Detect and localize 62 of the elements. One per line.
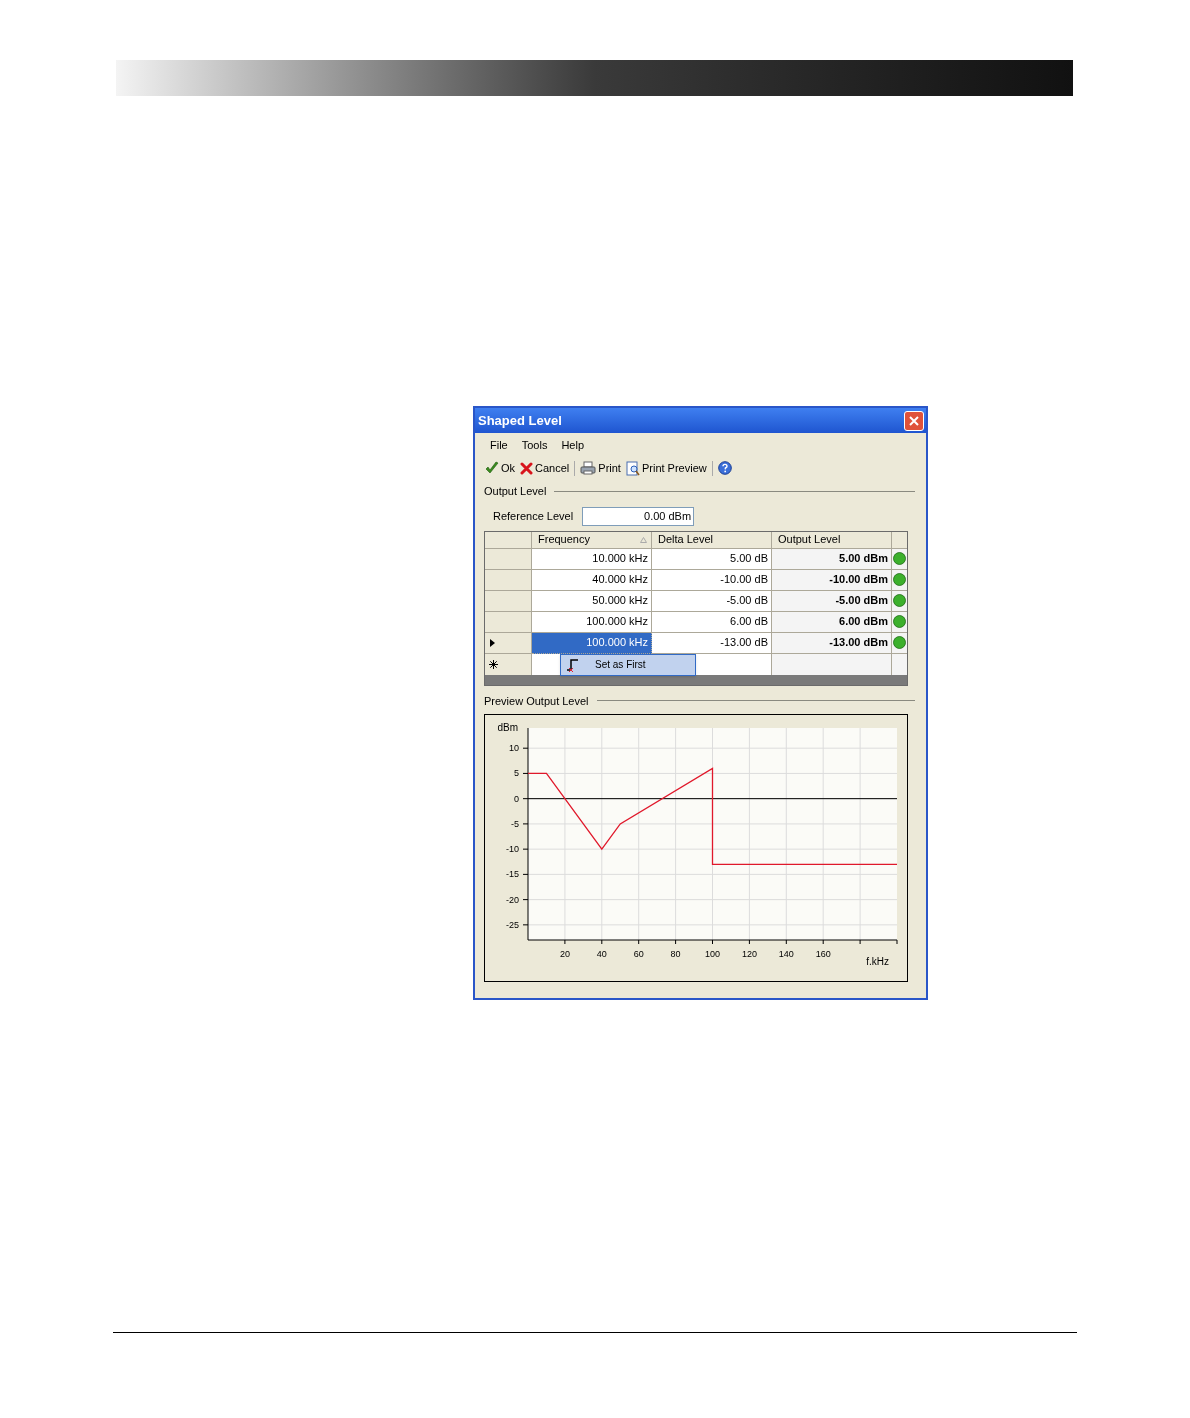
x-axis-label: f.kHz bbox=[866, 956, 889, 967]
table-cell[interactable]: 10.000 kHz bbox=[532, 548, 652, 570]
table-cell[interactable]: 100.000 kHz bbox=[532, 611, 652, 633]
x-tick-label: 100 bbox=[705, 949, 720, 959]
step-icon bbox=[566, 657, 580, 672]
y-tick-label: 10 bbox=[509, 743, 519, 754]
x-tick-label: 120 bbox=[741, 949, 757, 959]
close-icon bbox=[520, 461, 534, 475]
table-cell: 6.00 dBm bbox=[772, 611, 892, 633]
help-icon[interactable] bbox=[717, 461, 732, 475]
toolbar-button[interactable]: Print Preview bbox=[625, 459, 707, 477]
close-button[interactable] bbox=[904, 410, 924, 431]
x-tick-label: 40 bbox=[596, 949, 607, 959]
menu-item[interactable]: Tools bbox=[521, 436, 548, 454]
preview-icon bbox=[625, 460, 640, 476]
printer-icon bbox=[580, 461, 597, 475]
new-row-icon bbox=[489, 659, 498, 669]
toolbar-button[interactable]: Print bbox=[580, 459, 621, 477]
x-tick-label: 160 bbox=[815, 949, 831, 959]
table-cell[interactable]: 50.000 kHz bbox=[532, 590, 652, 612]
x-tick-label: 140 bbox=[778, 949, 794, 959]
toolbar-button[interactable]: Ok bbox=[485, 459, 516, 477]
close-icon bbox=[909, 415, 919, 426]
y-tick-label: -20 bbox=[506, 894, 519, 905]
table-cell: -10.00 dBm bbox=[772, 569, 892, 591]
status-dot-icon bbox=[893, 552, 906, 565]
status-dot-icon bbox=[893, 573, 906, 586]
status-dot-icon bbox=[893, 615, 906, 628]
table-cell: -13.00 dBm bbox=[772, 632, 892, 654]
column-header[interactable]: Output Level bbox=[772, 531, 892, 549]
sort-icon bbox=[640, 536, 647, 543]
y-axis-label: dBm bbox=[497, 722, 518, 733]
y-tick-label: -5 bbox=[511, 818, 519, 829]
table-cell: -5.00 dBm bbox=[772, 590, 892, 612]
column-header[interactable]: Delta Level bbox=[652, 531, 772, 549]
table-cell[interactable]: 40.000 kHz bbox=[532, 569, 652, 591]
y-tick-label: 0 bbox=[514, 793, 519, 804]
table-cell: 5.00 dBm bbox=[772, 548, 892, 570]
row-header-corner bbox=[485, 531, 532, 549]
field-label: Reference Level bbox=[493, 508, 574, 524]
menu-item[interactable]: Help bbox=[561, 436, 585, 454]
reference-level-field[interactable]: 0.00 dBm bbox=[582, 506, 695, 526]
toolbar-button[interactable]: Cancel bbox=[520, 459, 570, 477]
group-label: Preview Output Level bbox=[484, 693, 589, 709]
y-tick-label: -10 bbox=[506, 844, 519, 855]
status-dot-icon bbox=[893, 636, 906, 649]
y-tick-label: 5 bbox=[514, 768, 519, 779]
check-icon bbox=[485, 461, 499, 475]
x-tick-label: 80 bbox=[670, 949, 681, 959]
y-tick-label: -15 bbox=[506, 869, 519, 880]
x-tick-label: 20 bbox=[559, 949, 570, 959]
menu-item[interactable]: File bbox=[490, 436, 508, 454]
table-cell[interactable]: 100.000 kHz bbox=[532, 632, 652, 654]
current-row-icon bbox=[490, 638, 495, 647]
window-title: Shaped Level bbox=[478, 411, 562, 430]
row-header[interactable] bbox=[485, 653, 532, 675]
status-dot-icon bbox=[893, 594, 906, 607]
menu-item[interactable]: Set as First bbox=[561, 657, 646, 672]
y-tick-label: -25 bbox=[506, 919, 519, 930]
x-tick-label: 60 bbox=[633, 949, 644, 959]
group-label: Output Level bbox=[484, 484, 547, 499]
column-header[interactable]: Frequency bbox=[532, 531, 652, 549]
